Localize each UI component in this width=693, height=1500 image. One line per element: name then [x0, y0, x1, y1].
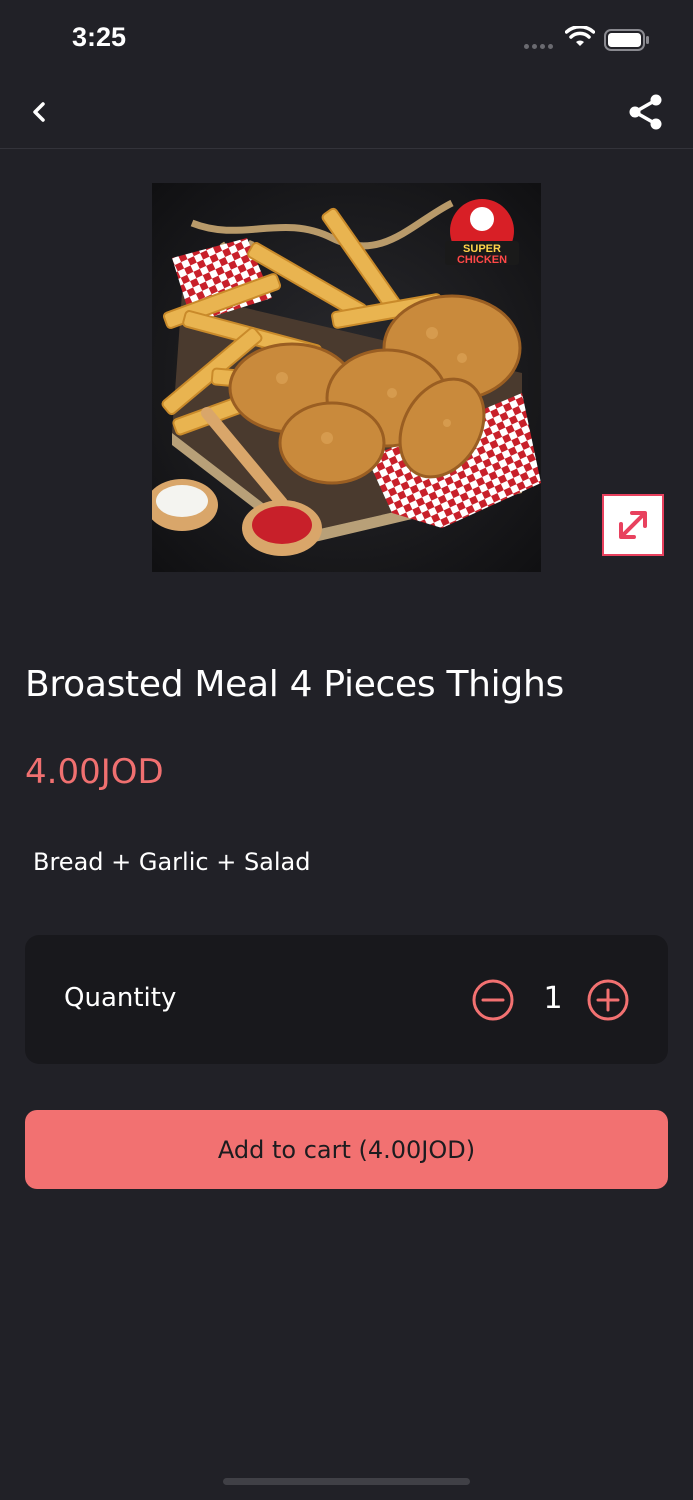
- expand-arrows-icon: [619, 511, 647, 539]
- quantity-label: Quantity: [64, 983, 177, 1013]
- chevron-left-icon[interactable]: [26, 96, 54, 128]
- product-description: Bread + Garlic + Salad: [33, 848, 311, 876]
- product-illustration: SUPER CHICKEN: [152, 183, 541, 572]
- logo-text-line2: CHICKEN: [457, 254, 507, 266]
- share-icon[interactable]: [626, 92, 666, 132]
- plus-icon[interactable]: [587, 979, 629, 1021]
- status-time: 3:25: [72, 22, 127, 52]
- quantity-value: 1: [543, 981, 563, 1016]
- quantity-card: Quantity 1: [25, 935, 668, 1064]
- minus-icon[interactable]: [472, 979, 514, 1021]
- signal-icon: [524, 44, 553, 49]
- wifi-icon: [565, 26, 595, 46]
- product-title: Broasted Meal 4 Pieces Thighs: [25, 664, 564, 705]
- add-to-cart-button[interactable]: Add to cart (4.00JOD): [25, 1110, 668, 1189]
- home-indicator[interactable]: [223, 1478, 470, 1485]
- product-price: 4.00JOD: [25, 752, 164, 792]
- status-bar: 3:25: [0, 0, 693, 80]
- product-image[interactable]: SUPER CHICKEN: [152, 183, 541, 572]
- battery-icon: [604, 29, 649, 51]
- expand-image-button[interactable]: [602, 494, 664, 556]
- nav-bar: [0, 80, 693, 149]
